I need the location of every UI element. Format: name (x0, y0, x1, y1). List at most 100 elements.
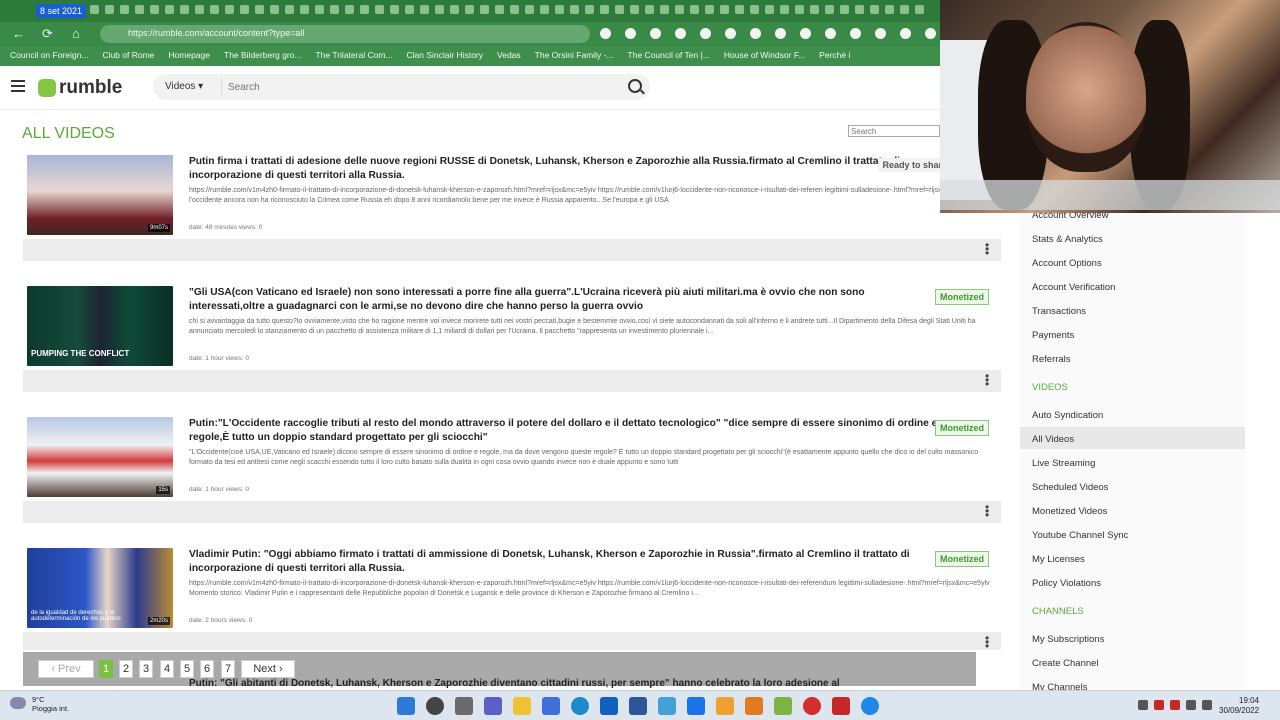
cloud-rain-icon (10, 697, 26, 709)
sidebar-item-referrals[interactable]: Referrals (1032, 354, 1071, 365)
sidebar-item-auto-syndication[interactable]: Auto Syndication (1032, 410, 1103, 421)
search-input[interactable] (228, 80, 618, 94)
bookmark[interactable]: Vedas (497, 50, 521, 62)
more-options-icon[interactable]: • • • (985, 239, 989, 259)
task-view-icon[interactable] (455, 697, 473, 715)
video-title[interactable]: Vladimir Putin: "Oggi abbiamo firmato i … (189, 548, 941, 576)
sidebar-item-my-licenses[interactable]: My Licenses (1032, 554, 1085, 565)
back-icon[interactable]: ← (12, 26, 25, 41)
video-title[interactable]: Putin:"L'Occidente raccoglie tributi al … (189, 417, 941, 445)
video-meta: date: 1 hour views: 0 (189, 355, 249, 362)
reload-icon[interactable]: ⟳ (42, 26, 53, 42)
sidebar-item-all-videos[interactable]: All Videos (1032, 434, 1074, 445)
windows-start-icon[interactable] (397, 697, 415, 715)
sidebar-item-account-verification[interactable]: Account Verification (1032, 282, 1115, 293)
menu-icon[interactable] (11, 80, 25, 92)
sidebar-item-youtube-sync[interactable]: Youtube Channel Sync (1032, 530, 1128, 541)
page-5-button[interactable]: 5 (180, 660, 194, 678)
photos-icon[interactable] (658, 697, 676, 715)
video-thumbnail[interactable]: PUMPING THE CONFLICT (27, 286, 173, 366)
prev-page-button[interactable]: ‹ Prev (38, 660, 94, 678)
video-thumbnail[interactable]: 9m07s (27, 155, 173, 235)
more-options-icon[interactable]: • • • (985, 370, 989, 390)
bookmark[interactable]: The Council of Ten |... (628, 50, 710, 62)
wifi-icon[interactable] (1186, 700, 1196, 710)
video-title[interactable]: Putin firma i trattati di adesione delle… (189, 155, 941, 183)
video-footer: • • • (23, 239, 1001, 261)
search-icon[interactable] (628, 79, 642, 93)
sidebar-item-policy-violations[interactable]: Policy Violations (1032, 578, 1101, 589)
clock-date: 30/09/2022 (1219, 706, 1260, 715)
sidebar-item-my-subscriptions[interactable]: My Subscriptions (1032, 634, 1104, 645)
mail-icon[interactable] (600, 697, 618, 715)
page-title: ALL VIDEOS (22, 125, 115, 142)
store-icon[interactable] (542, 697, 560, 715)
sidebar-item-monetized-videos[interactable]: Monetized Videos (1032, 506, 1107, 517)
video-row: 15s Putin:"L'Occidente raccoglie tributi… (23, 414, 1001, 523)
file-explorer-icon[interactable] (513, 697, 531, 715)
home-icon[interactable]: ⌂ (72, 26, 80, 41)
chevron-up-icon[interactable] (1138, 700, 1148, 710)
search-type-select[interactable]: Videos ▾ (165, 81, 203, 92)
video-thumbnail[interactable]: 15s (27, 417, 173, 497)
bookmark[interactable]: House of Windsor F... (724, 50, 805, 62)
video-title[interactable]: Putin: "Gli abitanti di Donetsk, Luhansk… (189, 678, 919, 688)
tab-date[interactable]: 8 set 2021 (36, 4, 87, 18)
clock-time: 19:04 (1239, 696, 1260, 705)
sidebar-item-stats[interactable]: Stats & Analytics (1032, 234, 1103, 245)
page-4-button[interactable]: 4 (160, 660, 174, 678)
sidebar-item-account-options[interactable]: Account Options (1032, 258, 1102, 269)
video-thumbnail[interactable]: de la igualdad de derechos y la autodete… (27, 548, 173, 628)
video-description: https://rumble.com/v1m4zh0-firmato-il-tr… (189, 187, 977, 204)
edge-icon[interactable] (571, 697, 589, 715)
sidebar-item-create-channel[interactable]: Create Channel (1032, 658, 1099, 669)
sidebar-item-transactions[interactable]: Transactions (1032, 306, 1086, 317)
app-icon[interactable] (803, 697, 821, 715)
app-icon[interactable] (861, 697, 879, 715)
webcam-overlay (940, 0, 1280, 213)
tray-icon[interactable] (1154, 700, 1164, 710)
system-clock[interactable]: 19:04 30/09/2022 (1219, 696, 1259, 716)
video-description: https://rumble.com/v1m4zh0-firmato-il-tr… (189, 580, 990, 597)
sidebar-item-payments[interactable]: Payments (1032, 330, 1074, 341)
chat-icon[interactable] (484, 697, 502, 715)
page-6-button[interactable]: 6 (200, 660, 214, 678)
bookmark[interactable]: Club of Rome (102, 50, 154, 62)
sidebar-item-live-streaming[interactable]: Live Streaming (1032, 458, 1095, 469)
bookmark[interactable]: The Bilderberg gro... (224, 50, 301, 62)
page-1-button[interactable]: 1 (99, 660, 113, 678)
weather-widget[interactable]: 9°C Pioggia int. (10, 695, 69, 713)
volume-icon[interactable] (1202, 700, 1212, 710)
app-icon[interactable] (716, 697, 734, 715)
rumble-logo[interactable]: rumble (38, 77, 122, 99)
search-divider (221, 79, 222, 95)
bookmark[interactable]: Homepage (168, 50, 210, 62)
url-field[interactable]: https://rumble.com/account/content?type=… (100, 25, 590, 43)
page-3-button[interactable]: 3 (139, 660, 153, 678)
page-2-button[interactable]: 2 (119, 660, 133, 678)
bookmark[interactable]: The Orsini Family -... (535, 50, 614, 62)
shield-icon[interactable] (832, 697, 850, 715)
screen-preview-strip (940, 180, 1280, 210)
search-icon[interactable] (426, 697, 444, 715)
bookmark[interactable]: The Trilateral Com... (315, 50, 392, 62)
video-footer: • • • (23, 632, 1001, 652)
app-icon[interactable] (774, 697, 792, 715)
bookmark[interactable]: Clan Sinclair History (406, 50, 483, 62)
page-7-button[interactable]: 7 (221, 660, 235, 678)
video-title[interactable]: "Gli USA(con Vaticano ed Israele) non so… (189, 286, 941, 314)
app-icon[interactable] (687, 697, 705, 715)
tray-icon[interactable] (1170, 700, 1180, 710)
bookmark[interactable]: Council on Foreign... (10, 50, 88, 62)
more-options-icon[interactable]: • • • (985, 632, 989, 652)
app-icon[interactable] (745, 697, 763, 715)
bookmark[interactable]: Perché i (819, 50, 850, 62)
video-duration: 15s (156, 486, 170, 494)
more-options-icon[interactable]: • • • (985, 501, 989, 521)
word-icon[interactable] (629, 697, 647, 715)
extension-icons (600, 28, 961, 39)
sidebar-item-scheduled-videos[interactable]: Scheduled Videos (1032, 482, 1108, 493)
next-page-button[interactable]: Next › (241, 660, 295, 678)
filter-search-input[interactable] (848, 125, 940, 137)
webcam-person (1026, 22, 1146, 172)
